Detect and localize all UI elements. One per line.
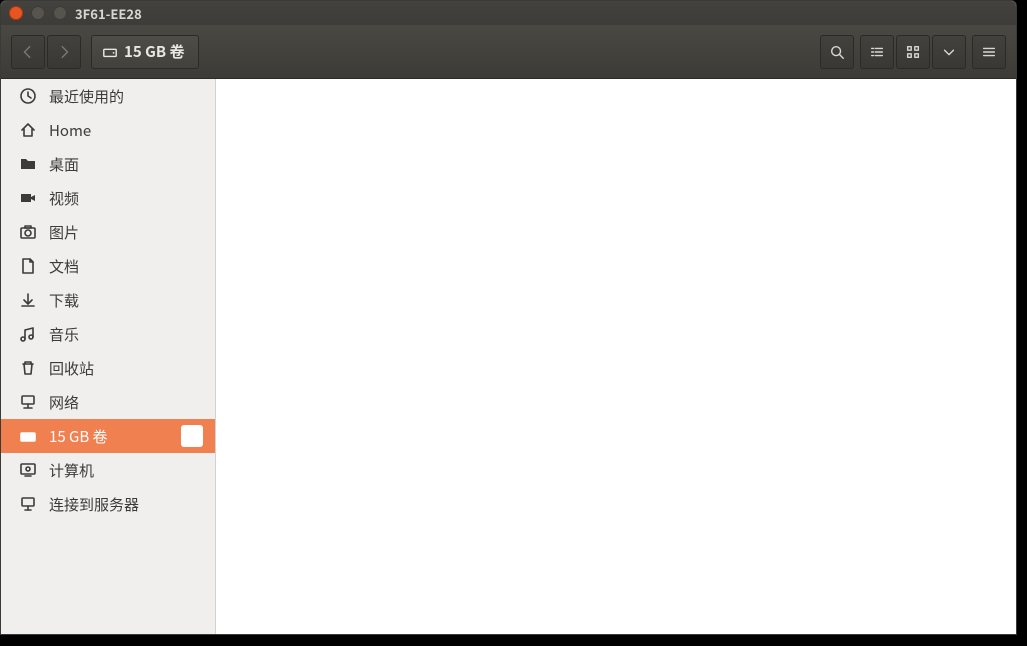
content-area[interactable] [216,79,1016,634]
breadcrumb-current[interactable]: 15 GB 卷 [91,35,199,69]
chevron-down-icon [941,44,957,60]
eject-icon [186,430,198,442]
menu-button[interactable] [972,35,1006,69]
sidebar-item-label: 最近使用的 [49,86,203,107]
search-icon [829,44,845,60]
sidebar-item-label: 视频 [49,188,203,209]
camera-icon [19,223,37,241]
sidebar-item-label: 音乐 [49,324,203,345]
minimize-icon[interactable] [31,6,45,20]
sidebar-item-label: 图片 [49,222,203,243]
sidebar-item-music[interactable]: 音乐 [1,317,215,351]
sidebar-item-desktop[interactable]: 桌面 [1,147,215,181]
sidebar-item-volume[interactable]: 15 GB 卷 [1,419,215,453]
drive-icon [102,44,118,60]
view-options-button[interactable] [932,35,966,69]
view-list-button[interactable] [860,35,894,69]
clock-icon [19,87,37,105]
sidebar-item-label: 文档 [49,256,203,277]
sidebar-item-videos[interactable]: 视频 [1,181,215,215]
video-icon [19,189,37,207]
menu-icon [981,44,997,60]
sidebar-item-label: 计算机 [49,460,203,481]
sidebar-item-computer[interactable]: 计算机 [1,453,215,487]
sidebar-item-trash[interactable]: 回收站 [1,351,215,385]
sidebar-item-label: Home [49,120,203,141]
sidebar-item-label: 桌面 [49,154,203,175]
grid-icon [905,44,921,60]
sidebar-item-label: 15 GB 卷 [49,426,169,447]
music-icon [19,325,37,343]
titlebar[interactable]: 3F61-EE28 [1,1,1016,25]
maximize-icon[interactable] [53,6,67,20]
search-button[interactable] [820,35,854,69]
sidebar-item-recent[interactable]: 最近使用的 [1,79,215,113]
sidebar-item-connect[interactable]: 连接到服务器 [1,487,215,521]
eject-button[interactable] [181,425,203,447]
sidebar-item-home[interactable]: Home [1,113,215,147]
sidebar-item-label: 回收站 [49,358,203,379]
sidebar-item-label: 网络 [49,392,203,413]
list-icon [869,44,885,60]
document-icon [19,257,37,275]
folder-icon [19,155,37,173]
sidebar-item-network[interactable]: 网络 [1,385,215,419]
view-grid-button[interactable] [896,35,930,69]
sidebar: 最近使用的 Home 桌面视频图片文档下载音乐回收站网络 15 GB 卷计算机连接到服… [1,79,216,634]
home-icon [19,121,37,139]
sidebar-item-label: 连接到服务器 [49,494,203,515]
download-icon [19,291,37,309]
trash-icon [19,359,37,377]
computer-icon [19,461,37,479]
breadcrumb: 15 GB 卷 [91,35,199,69]
sidebar-item-downloads[interactable]: 下载 [1,283,215,317]
sidebar-item-label: 下载 [49,290,203,311]
close-icon[interactable] [9,6,23,20]
file-manager-window: 3F61-EE28 15 GB 卷 最近使用的 Home 桌面视频图片文档下载音乐回… [0,0,1017,635]
window-title: 3F61-EE28 [75,4,142,23]
sidebar-item-pictures[interactable]: 图片 [1,215,215,249]
forward-button[interactable] [47,35,81,69]
toolbar: 15 GB 卷 [1,25,1016,79]
breadcrumb-label: 15 GB 卷 [124,41,184,62]
drive-icon [19,427,37,445]
network-icon [19,393,37,411]
sidebar-item-documents[interactable]: 文档 [1,249,215,283]
connect-icon [19,495,37,513]
back-button[interactable] [11,35,45,69]
